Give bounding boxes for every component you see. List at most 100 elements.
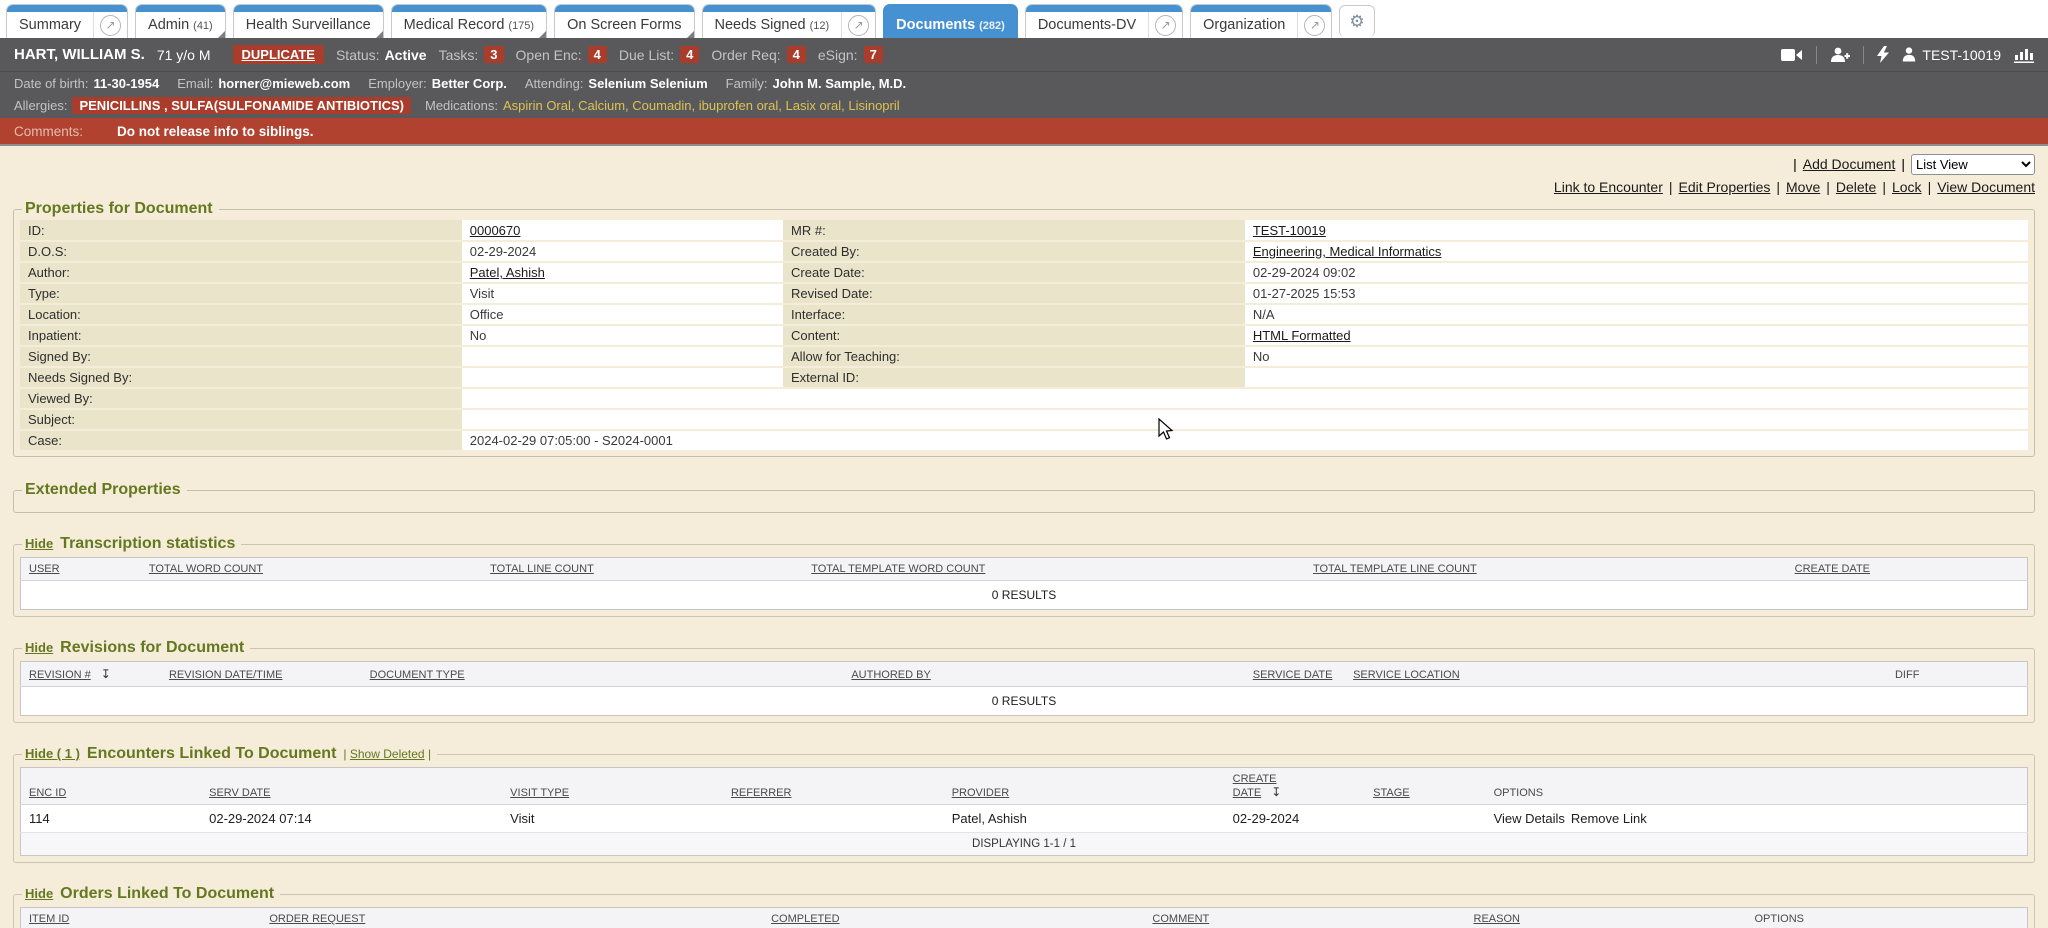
- lock-link[interactable]: Lock: [1892, 179, 1922, 195]
- hide-orders-link[interactable]: Hide: [25, 886, 53, 901]
- tab-needs-signed[interactable]: Needs Signed(12) ↗: [702, 4, 877, 38]
- quick-actions-button[interactable]: [1877, 46, 1889, 63]
- esign-label: eSign:: [818, 47, 858, 63]
- add-document-link[interactable]: Add Document: [1803, 156, 1896, 172]
- tab-health-surveillance[interactable]: Health Surveillance: [233, 4, 384, 38]
- revisions-section: Hide Revisions for Document REVISION #↧ …: [13, 639, 2035, 723]
- prop-label: Type:: [20, 283, 462, 304]
- orders-title: Orders Linked To Document: [60, 885, 274, 903]
- encounter-row: 114 02-29-2024 07:14 Visit Patel, Ashish…: [21, 805, 2028, 833]
- col-stage[interactable]: STAGE: [1373, 787, 1409, 799]
- prop-label: Interface:: [783, 304, 1245, 325]
- col-referrer[interactable]: REFERRER: [731, 787, 792, 799]
- patient-chart-id[interactable]: TEST-10019: [1902, 47, 2001, 63]
- view-details-link[interactable]: View Details: [1494, 811, 1565, 826]
- separator: |: [1826, 179, 1830, 195]
- col-visit-type[interactable]: VISIT TYPE: [510, 787, 569, 799]
- col-revision-number[interactable]: REVISION #: [29, 669, 91, 681]
- col-enc-id[interactable]: ENC ID: [29, 787, 66, 799]
- open-enc-count-badge[interactable]: 4: [588, 46, 607, 63]
- col-diff: DIFF: [1895, 669, 1919, 681]
- col-total-line-count[interactable]: TOTAL LINE COUNT: [490, 563, 594, 575]
- tasks-count-badge[interactable]: 3: [484, 46, 503, 63]
- dob-label: Date of birth:: [14, 76, 88, 91]
- prop-label: Case:: [20, 430, 462, 451]
- move-link[interactable]: Move: [1786, 179, 1820, 195]
- prop-label: ID:: [20, 220, 462, 241]
- encounters-section: Hide ( 1 ) Encounters Linked To Document…: [13, 745, 2035, 863]
- col-options: OPTIONS: [1494, 787, 1544, 799]
- author-link[interactable]: Patel, Ashish: [470, 265, 545, 280]
- delete-link[interactable]: Delete: [1836, 179, 1876, 195]
- col-create-date[interactable]: CREATEDATE: [1233, 773, 1277, 799]
- document-actions: Link to Encounter| Edit Properties| Move…: [13, 176, 2035, 198]
- medications-list[interactable]: Aspirin Oral, Calcium, Coumadin, ibuprof…: [503, 98, 900, 113]
- col-completed[interactable]: COMPLETED: [771, 913, 839, 925]
- tab-admin[interactable]: Admin(41): [135, 4, 226, 38]
- hide-transcription-link[interactable]: Hide: [25, 536, 53, 551]
- col-user[interactable]: USER: [29, 563, 60, 575]
- prop-label: Location:: [20, 304, 462, 325]
- duplicate-flag[interactable]: DUPLICATE: [233, 45, 324, 64]
- content-format-link[interactable]: HTML Formatted: [1253, 328, 1351, 343]
- tab-documents[interactable]: Documents(282): [883, 4, 1018, 38]
- popout-summary[interactable]: ↗: [93, 12, 127, 38]
- tab-medical-record[interactable]: Medical Record(175): [391, 4, 547, 38]
- comments-label: Comments:: [14, 124, 83, 139]
- sort-desc-icon[interactable]: ↧: [1271, 785, 1281, 799]
- sort-desc-icon[interactable]: ↧: [101, 667, 111, 681]
- remove-link-link[interactable]: Remove Link: [1571, 811, 1647, 826]
- tab-on-screen-forms[interactable]: On Screen Forms: [554, 4, 694, 38]
- add-person-button[interactable]: [1830, 47, 1850, 63]
- view-document-link[interactable]: View Document: [1937, 179, 2035, 195]
- prop-value: 02-29-2024 09:02: [1245, 262, 2028, 283]
- video-call-button[interactable]: [1781, 48, 1803, 62]
- col-authored-by[interactable]: AUTHORED BY: [851, 669, 930, 681]
- mr-number-link[interactable]: TEST-10019: [1253, 223, 1326, 238]
- popout-organization[interactable]: ↗: [1297, 12, 1331, 38]
- hide-revisions-link[interactable]: Hide: [25, 640, 53, 655]
- flowsheet-chart-button[interactable]: [2014, 46, 2034, 63]
- view-mode-select[interactable]: List View: [1911, 154, 2035, 175]
- created-by-link[interactable]: Engineering, Medical Informatics: [1253, 244, 1442, 259]
- tab-documents-dv[interactable]: Documents-DV ↗: [1025, 4, 1183, 38]
- edit-properties-link[interactable]: Edit Properties: [1679, 179, 1771, 195]
- due-list-count-badge[interactable]: 4: [680, 46, 699, 63]
- properties-table: ID: 0000670 MR #: TEST-10019 D.O.S: 02-2…: [20, 220, 2028, 452]
- document-id-link[interactable]: 0000670: [470, 223, 521, 238]
- col-service-location[interactable]: SERVICE LOCATION: [1353, 669, 1460, 681]
- col-comment[interactable]: COMMENT: [1152, 913, 1209, 925]
- settings-gear-button[interactable]: ⚙: [1339, 5, 1374, 37]
- col-create-date[interactable]: CREATE DATE: [1795, 563, 1870, 575]
- show-deleted-link[interactable]: Show Deleted: [350, 747, 425, 761]
- col-provider[interactable]: PROVIDER: [952, 787, 1009, 799]
- popout-needs-signed[interactable]: ↗: [841, 12, 875, 38]
- allergies-badge[interactable]: PENICILLINS , SULFA(SULFONAMIDE ANTIBIOT…: [72, 97, 411, 114]
- esign-count-badge[interactable]: 7: [864, 46, 883, 63]
- col-options: OPTIONS: [1754, 913, 1804, 925]
- col-serv-date[interactable]: SERV DATE: [209, 787, 270, 799]
- separator: |: [1793, 156, 1797, 172]
- tab-summary[interactable]: Summary ↗: [6, 4, 128, 38]
- popout-documents-dv[interactable]: ↗: [1148, 12, 1182, 38]
- order-req-count-badge[interactable]: 4: [787, 46, 806, 63]
- create-date-cell: 02-29-2024: [1225, 805, 1365, 833]
- col-reason[interactable]: REASON: [1474, 913, 1520, 925]
- col-total-template-word-count[interactable]: TOTAL TEMPLATE WORD COUNT: [811, 563, 985, 575]
- col-total-template-line-count[interactable]: TOTAL TEMPLATE LINE COUNT: [1313, 563, 1477, 575]
- prop-label: Revised Date:: [783, 283, 1245, 304]
- col-total-word-count[interactable]: TOTAL WORD COUNT: [149, 563, 263, 575]
- patient-age-sex: 71 y/o M: [157, 47, 211, 63]
- col-item-id[interactable]: ITEM ID: [29, 913, 69, 925]
- col-service-date[interactable]: SERVICE DATE: [1253, 669, 1333, 681]
- hide-encounters-link[interactable]: Hide ( 1 ): [25, 746, 80, 761]
- col-revision-datetime[interactable]: REVISION DATE/TIME: [169, 669, 282, 681]
- properties-title: Properties for Document: [22, 200, 219, 218]
- col-order-request[interactable]: ORDER REQUEST: [269, 913, 365, 925]
- tab-organization[interactable]: Organization ↗: [1190, 4, 1332, 38]
- transcription-title: Transcription statistics: [60, 535, 235, 553]
- link-to-encounter-link[interactable]: Link to Encounter: [1554, 179, 1663, 195]
- col-document-type[interactable]: DOCUMENT TYPE: [370, 669, 465, 681]
- empty-results: 0 RESULTS: [21, 581, 2028, 610]
- properties-section: Properties for Document ID: 0000670 MR #…: [13, 200, 2035, 457]
